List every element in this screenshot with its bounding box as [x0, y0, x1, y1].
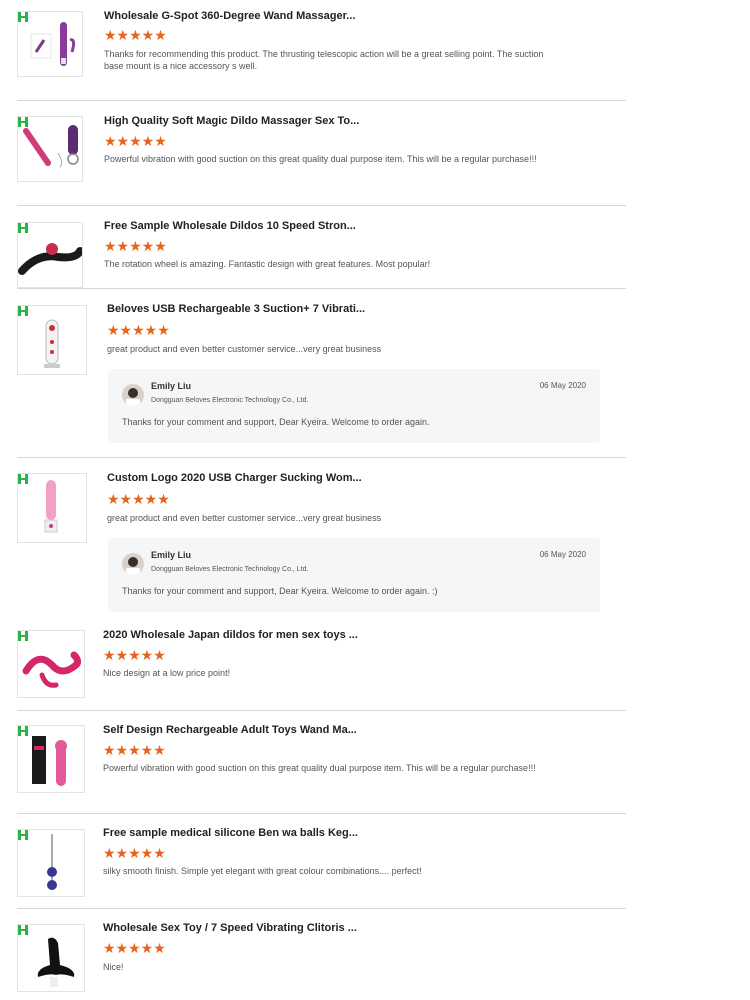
product-thumbnail[interactable]	[17, 116, 83, 182]
verified-badge-icon	[18, 306, 28, 316]
pink-thrusting-toy-icon	[44, 480, 58, 533]
reply-company: Dongguan Beloves Electronic Technology C…	[151, 397, 309, 404]
product-thumbnail[interactable]	[17, 924, 85, 992]
rating-stars: ★★★★★	[104, 27, 167, 43]
reply-company: Dongguan Beloves Electronic Technology C…	[151, 566, 309, 573]
rating-stars: ★★★★★	[104, 238, 167, 254]
avatar-icon	[126, 388, 140, 406]
boxed-wand-icon	[32, 736, 67, 786]
product-title[interactable]: 2020 Wholesale Japan dildos for men sex …	[103, 628, 358, 642]
pink-curved-toy-icon	[22, 651, 82, 688]
product-title[interactable]: Free Sample Wholesale Dildos 10 Speed St…	[104, 219, 356, 233]
product-thumbnail[interactable]	[17, 473, 87, 543]
reply-date: 06 May 2020	[539, 550, 586, 559]
seller-reply: Emily Liu Dongguan Beloves Electronic Te…	[108, 369, 600, 443]
product-title[interactable]: High Quality Soft Magic Dildo Massager S…	[104, 114, 359, 128]
avatar	[122, 384, 144, 406]
reply-author: Emily Liu	[151, 381, 192, 391]
product-title[interactable]: Beloves USB Rechargeable 3 Suction+ 7 Vi…	[107, 302, 365, 316]
rating-stars: ★★★★★	[103, 647, 166, 663]
rating-stars: ★★★★★	[103, 940, 166, 956]
review-comment: The rotation wheel is amazing. Fantastic…	[104, 259, 431, 269]
rating-stars: ★★★★★	[103, 845, 166, 861]
rating-stars: ★★★★★	[103, 742, 166, 758]
reply-text: Thanks for your comment and support, Dea…	[122, 417, 430, 427]
reply-text: Thanks for your comment and support, Dea…	[122, 586, 438, 596]
verified-badge-icon	[18, 726, 28, 736]
divider	[17, 205, 626, 206]
product-thumbnail[interactable]	[17, 725, 85, 793]
seller-reply: Emily Liu Dongguan Beloves Electronic Te…	[108, 538, 600, 612]
review-comment: great product and even better customer s…	[107, 513, 382, 523]
rating-stars: ★★★★★	[107, 322, 170, 338]
product-title[interactable]: Self Design Rechargeable Adult Toys Wand…	[103, 723, 357, 737]
rating-stars: ★★★★★	[107, 491, 170, 507]
review-comment: great product and even better customer s…	[107, 344, 382, 354]
product-thumbnail[interactable]	[17, 222, 83, 288]
verified-badge-icon	[18, 223, 28, 233]
review-comment: Powerful vibration with good suction on …	[104, 154, 537, 164]
product-title[interactable]: Wholesale G-Spot 360-Degree Wand Massage…	[104, 9, 355, 23]
divider	[17, 710, 626, 711]
verified-badge-icon	[18, 830, 28, 840]
verified-badge-icon	[18, 117, 28, 127]
divider	[17, 288, 626, 289]
black-plug-icon	[37, 937, 75, 987]
divider	[17, 100, 626, 101]
verified-badge-icon	[18, 925, 28, 935]
product-thumbnail[interactable]	[17, 829, 85, 897]
rating-stars: ★★★★★	[104, 133, 167, 149]
product-title[interactable]: Custom Logo 2020 USB Charger Sucking Wom…	[107, 471, 362, 485]
avatar	[122, 553, 144, 575]
product-title[interactable]: Wholesale Sex Toy / 7 Speed Vibrating Cl…	[103, 921, 357, 935]
product-thumbnail[interactable]	[17, 11, 83, 77]
divider	[17, 813, 626, 814]
verified-badge-icon	[18, 474, 28, 484]
divider	[17, 908, 626, 909]
reply-author: Emily Liu	[151, 550, 192, 560]
review-comment: silky smooth finish. Simple yet elegant …	[103, 866, 422, 876]
product-title[interactable]: Free sample medical silicone Ben wa ball…	[103, 826, 358, 840]
kegel-balls-icon	[47, 834, 57, 890]
review-comment: Thanks for recommending this product. Th…	[104, 49, 544, 71]
verified-badge-icon	[18, 12, 28, 22]
product-thumbnail[interactable]	[17, 305, 87, 375]
review-comment: Nice!	[103, 962, 124, 972]
clear-suction-toy-icon	[44, 319, 60, 368]
avatar-icon	[126, 557, 140, 575]
reply-date: 06 May 2020	[539, 381, 586, 390]
review-comment: Nice design at a low price point!	[103, 668, 231, 678]
review-comment: Powerful vibration with good suction on …	[103, 763, 536, 773]
product-thumbnail[interactable]	[17, 630, 85, 698]
verified-badge-icon	[18, 631, 28, 641]
divider	[17, 457, 626, 458]
